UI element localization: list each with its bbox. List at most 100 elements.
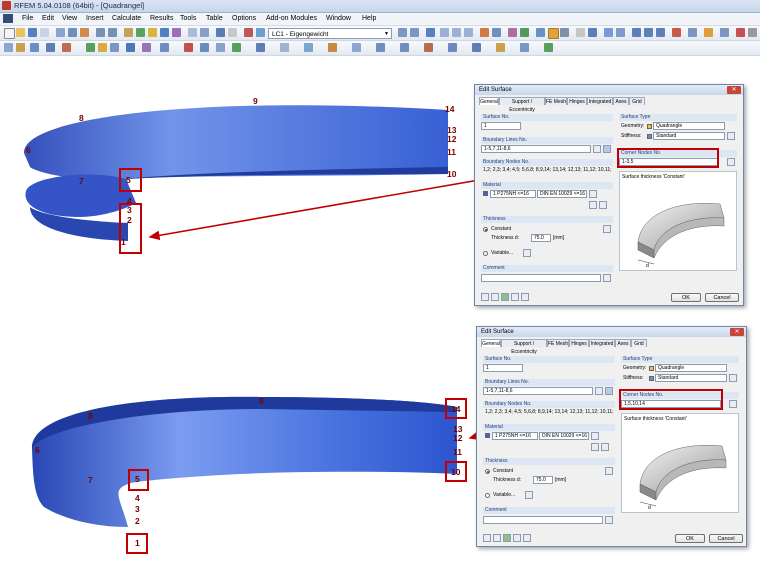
dxf-icon[interactable] [280,43,289,52]
view-icon[interactable] [511,293,519,301]
menu-table[interactable]: Table [206,15,223,22]
report-icon[interactable] [80,28,89,37]
thickness-type-icon[interactable] [603,225,611,233]
info-icon[interactable] [521,293,529,301]
measure-icon[interactable] [328,43,337,52]
select-icon[interactable] [501,293,509,301]
section-icon[interactable] [160,28,169,37]
geometry-select[interactable]: Quadrangle [655,364,727,372]
stiffness-edit-icon[interactable] [727,132,735,140]
panel-icon[interactable] [216,28,225,37]
print-icon[interactable] [56,28,65,37]
isometric-icon[interactable] [672,28,681,37]
zoom-icon[interactable] [604,28,613,37]
line-icon[interactable] [30,43,39,52]
extrude-icon[interactable] [472,43,481,52]
top-node-6[interactable]: 6 [26,145,31,155]
help-icon[interactable] [481,293,489,301]
material-new-icon[interactable] [601,443,609,451]
node-load-icon[interactable] [440,28,449,37]
calculate-icon[interactable] [136,28,145,37]
menu-insert[interactable]: Insert [86,15,104,22]
bottom-node-3[interactable]: 3 [135,504,140,514]
select-lines-icon[interactable] [603,145,611,153]
top-node-9[interactable]: 9 [253,96,258,106]
bottom-node-4[interactable]: 4 [135,493,140,503]
constant-radio[interactable] [485,469,490,474]
thickness-value-field[interactable]: 75.0 [533,476,553,484]
material-icon[interactable] [98,43,107,52]
menu-view[interactable]: View [62,15,77,22]
cross-section-icon[interactable] [110,43,119,52]
thickness-value-field[interactable]: 75.0 [531,234,551,242]
active-tool-icon[interactable] [548,28,559,39]
tab-integrated[interactable]: Integrated [589,339,615,347]
top-node-11[interactable]: 11 [447,147,456,157]
tab-integrated[interactable]: Integrated [587,97,613,105]
material-library-icon[interactable] [589,190,597,198]
solid-model-icon[interactable] [704,28,713,37]
tab-axes[interactable]: Axes [613,97,629,105]
view-y-icon[interactable] [644,28,653,37]
bottom-node-13[interactable]: 13 [453,424,462,434]
bottom-node-12[interactable]: 12 [453,433,462,443]
boundary-lines-field[interactable]: 1-5,7,11-8,6 [481,145,591,153]
menu-add-on-modules[interactable]: Add-on Modules [266,15,317,22]
undo-icon[interactable] [96,28,105,37]
member-load-icon[interactable] [452,28,461,37]
stiffness-select[interactable]: Standard [653,132,725,140]
ok-button[interactable]: OK [671,293,701,302]
layer-icon[interactable] [544,43,553,52]
thickness-type-icon[interactable] [605,467,613,475]
surface-no-field[interactable]: 1 [483,364,523,372]
grid-icon[interactable] [576,28,585,37]
more-icon[interactable] [748,28,757,37]
close-icon[interactable]: ✕ [730,328,744,336]
bottom-node-11[interactable]: 11 [453,447,462,457]
constant-radio[interactable] [483,227,488,232]
edit-icon[interactable] [124,28,133,37]
menu-results[interactable]: Results [150,15,173,22]
variable-radio[interactable] [483,251,488,256]
filter-icon[interactable] [560,28,569,37]
comment-field[interactable] [481,274,601,282]
top-helical-surface[interactable] [23,105,449,241]
comment-library-icon[interactable] [603,274,611,282]
tab-support-eccentricity[interactable]: Support / Eccentricity [499,97,545,113]
table-icon[interactable] [188,28,197,37]
top-node-14[interactable]: 14 [445,104,454,114]
tab-fe-mesh[interactable]: FE Mesh [545,97,567,105]
visibility-icon[interactable] [736,28,745,37]
print-graphic-icon[interactable] [68,28,77,37]
material-norm-field[interactable]: DIN EN 10029 <=16 [539,432,589,440]
zoom-all-icon[interactable] [616,28,625,37]
top-node-10[interactable]: 10 [447,169,456,179]
menu-window[interactable]: Window [326,15,351,22]
open-folder-icon[interactable] [16,28,25,37]
member-icon[interactable] [86,43,95,52]
display-icon[interactable] [256,28,265,37]
load-case-select[interactable]: LC1 - Eigengewicht ▼ [268,28,392,39]
pick-nodes-icon[interactable] [727,158,735,166]
stiffness-select[interactable]: Standard [655,374,727,382]
variable-edit-icon[interactable] [523,249,531,257]
mesh-icon[interactable] [304,43,313,52]
visibility-mode-icon[interactable] [520,43,529,52]
tab-fe-mesh[interactable]: FE Mesh [547,339,569,347]
top-node-7[interactable]: 7 [79,176,84,186]
top-node-8[interactable]: 8 [79,113,84,123]
menu-help[interactable]: Help [362,15,376,22]
new-file-icon[interactable] [4,28,15,39]
opening-icon[interactable] [160,43,169,52]
tab-general[interactable]: General [479,97,499,105]
surface-no-field[interactable]: 1 [481,122,521,130]
comment-library-icon[interactable] [605,516,613,524]
surface-icon[interactable] [126,43,135,52]
redo-icon[interactable] [108,28,117,37]
load-icon[interactable] [232,43,241,52]
bottom-node-6[interactable]: 6 [35,445,40,455]
support-reaction-icon[interactable] [508,28,517,37]
select-lines-icon[interactable] [605,387,613,395]
bottom-node-7[interactable]: 7 [88,475,93,485]
pick-lines-icon[interactable] [593,145,601,153]
